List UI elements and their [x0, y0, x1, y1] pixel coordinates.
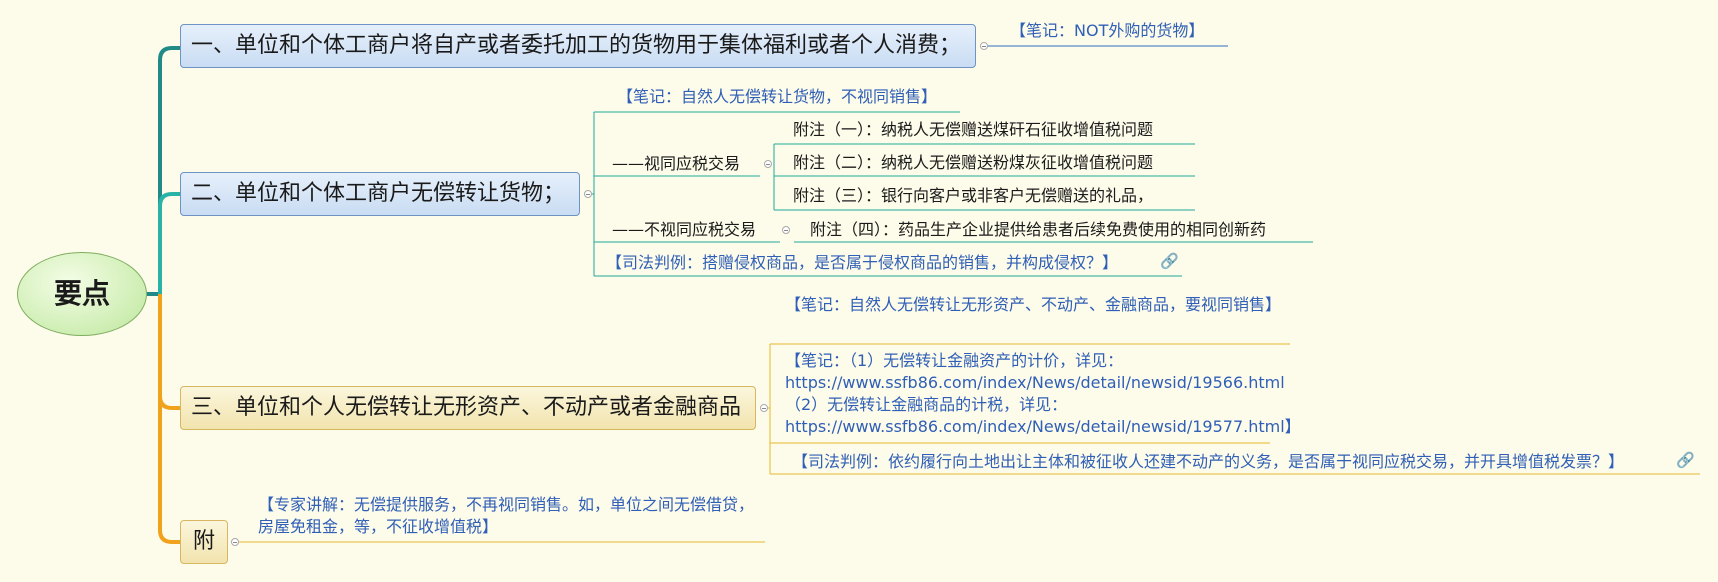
link-icon[interactable]: 🔗: [1160, 252, 1179, 270]
case-branch-2[interactable]: 【司法判例：搭赠侵权商品，是否属于侵权商品的销售，并构成侵权？】: [606, 253, 1118, 273]
collapse-toggle-non-taxable[interactable]: [782, 226, 790, 234]
subtopic-taxable[interactable]: ——视同应税交易: [612, 154, 740, 174]
topic-branch-1[interactable]: 一、单位和个体工商户将自产或者委托加工的货物用于集体福利或者个人消费；: [180, 24, 976, 68]
topic-branch-3[interactable]: 三、单位和个人无偿转让无形资产、不动产或者金融商品: [180, 386, 756, 430]
root-topic[interactable]: 要点: [17, 252, 147, 336]
annex-2[interactable]: 附注（二）：纳税人无偿赠送粉煤灰征收增值税问题: [793, 153, 1153, 173]
note-branch-4[interactable]: 【专家讲解：无偿提供服务，不再视同销售。如，单位之间无偿借贷，房屋免租金，等，不…: [258, 494, 758, 538]
link-icon-2[interactable]: 🔗: [1676, 451, 1695, 469]
note-branch-1[interactable]: 【笔记：NOT外购的货物】: [1010, 21, 1204, 41]
topic-branch-4[interactable]: 附: [180, 520, 228, 564]
annex-3[interactable]: 附注（三）：银行向客户或非客户无偿赠送的礼品，: [793, 186, 1153, 206]
note-branch-3-a[interactable]: 【笔记：自然人无偿转让无形资产、不动产、金融商品，要视同销售】: [785, 295, 1285, 315]
note-branch-3-b[interactable]: 【笔记：（1）无偿转让金融资产的计价，详见：https://www.ssfb86…: [785, 350, 1301, 438]
subtopic-non-taxable[interactable]: ——不视同应税交易: [612, 220, 756, 240]
topic-branch-2[interactable]: 二、单位和个体工商户无偿转让货物；: [180, 172, 580, 216]
collapse-toggle-taxable[interactable]: [764, 160, 772, 168]
annex-1[interactable]: 附注（一）：纳税人无偿赠送煤矸石征收增值税问题: [793, 120, 1153, 140]
collapse-toggle-branch-4[interactable]: [231, 538, 239, 546]
case-branch-3[interactable]: 【司法判例：依约履行向土地出让主体和被征收人还建不动产的义务，是否属于视同应税交…: [792, 452, 1624, 472]
collapse-toggle-branch-3[interactable]: [760, 404, 768, 412]
annex-4[interactable]: 附注（四）：药品生产企业提供给患者后续免费使用的相同创新药: [810, 220, 1266, 240]
collapse-toggle-branch-1[interactable]: [980, 42, 988, 50]
collapse-toggle-branch-2[interactable]: [584, 190, 592, 198]
note-branch-2[interactable]: 【笔记：自然人无偿转让货物，不视同销售】: [617, 87, 937, 107]
